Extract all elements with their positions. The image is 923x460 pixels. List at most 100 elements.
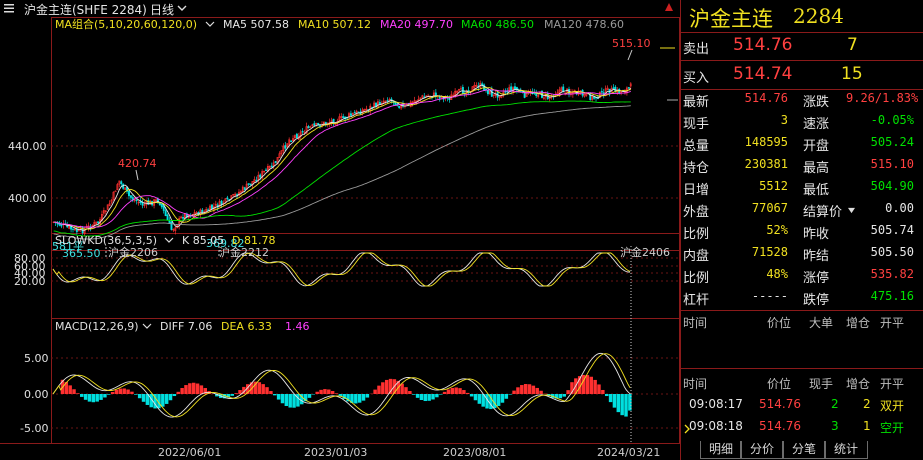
kline-chart-area[interactable]: 440.00 400.00 80.00 60.00 40.00 20.00 5.…: [0, 16, 680, 460]
quote-label: 最新: [683, 95, 710, 110]
candle: [211, 204, 213, 210]
detail-tabs: 明细 分价 分笔 统计: [690, 441, 923, 460]
chevron-right-icon[interactable]: [683, 424, 691, 434]
quote-label: 昨结: [803, 249, 830, 264]
candle: [398, 105, 401, 108]
chevron-down-icon[interactable]: [142, 323, 152, 329]
tick-time: 09:08:18: [689, 419, 743, 433]
candle: [284, 145, 287, 149]
macd-bar: [76, 393, 80, 394]
ma-indicator-title[interactable]: MA组合(5,10,20,60,120,0): [55, 17, 197, 31]
sell-price: 514.76: [733, 35, 793, 55]
quote-label: 持仓: [683, 161, 710, 176]
tab-statistics[interactable]: 统计: [824, 441, 868, 459]
macd-bar: [199, 385, 204, 394]
quote-value: 71528: [751, 245, 788, 259]
candle: [255, 180, 258, 182]
triangle-up-icon[interactable]: [664, 2, 674, 12]
candle: [226, 197, 229, 199]
ytick-440: 440.00: [8, 140, 47, 153]
top-bar: 沪金主连(SHFE 2284) 日线: [0, 0, 678, 17]
macd-lines: [52, 352, 631, 418]
chevron-down-icon[interactable]: [847, 207, 856, 214]
quote-label: 结算价: [803, 205, 843, 220]
tick-column-header: 价位: [767, 377, 792, 391]
macd-bar: [107, 394, 111, 395]
macd-bar: [469, 394, 474, 397]
quote-label: 速涨: [803, 117, 830, 132]
kd-d-value: D 81.78: [232, 234, 275, 247]
quote-value: 475.16: [870, 289, 914, 303]
macd-bar: [327, 389, 331, 394]
grid-lines: [51, 145, 680, 429]
macd-bar: [284, 394, 289, 407]
tick-time: 09:08:17: [689, 397, 743, 411]
candle: [243, 187, 246, 190]
candle: [168, 220, 171, 223]
macd-bar: [435, 394, 439, 398]
macd-bar: [176, 391, 180, 394]
macd-bar: [608, 394, 613, 403]
tick-inc: 2: [863, 397, 871, 411]
menu-icon[interactable]: [3, 2, 15, 14]
macd-bar: [95, 394, 99, 402]
quote-value: -----: [751, 289, 788, 303]
quote-label: 昨收: [803, 227, 830, 242]
macd-bar: [604, 394, 609, 397]
macd-bar: [508, 394, 512, 395]
macd-bar: [110, 392, 115, 394]
quote-value: 230381: [744, 157, 788, 171]
tab-detail[interactable]: 明细: [700, 441, 742, 459]
chevron-down-icon[interactable]: [205, 21, 215, 27]
candle: [114, 190, 117, 193]
candle: [72, 228, 74, 230]
candle: [386, 100, 389, 102]
quote-label: 比例: [683, 227, 710, 242]
macd-bar: [620, 394, 624, 416]
macd-bar: [504, 394, 509, 399]
macd-bar: [439, 394, 443, 395]
candle: [129, 195, 132, 198]
quote-label: 外盘: [683, 205, 710, 220]
macd-bar: [408, 391, 412, 394]
macd-bar: [172, 394, 177, 397]
macd-bar: [616, 394, 621, 413]
chevron-down-icon[interactable]: [177, 4, 187, 12]
kd-ytick-20: 20.00: [14, 275, 46, 288]
macd-bar: [130, 391, 134, 394]
macd-diff-value: DIFF 7.06: [160, 320, 212, 333]
macd-ytick-neg5: -5.00: [20, 422, 48, 435]
candle: [313, 123, 316, 126]
tick-vol: 2: [831, 397, 839, 411]
quote-value: 504.90: [870, 179, 914, 193]
kd-title[interactable]: SLOWKD(36,5,3,5): [55, 234, 157, 247]
tab-price-distribution[interactable]: 分价: [740, 441, 784, 459]
ma60-label: MA60 486.50: [461, 18, 534, 31]
macd-bar: [230, 394, 235, 396]
macd-bar: [473, 394, 478, 401]
macd-bar: [450, 387, 455, 394]
macd-ytick-5: 5.00: [24, 352, 49, 365]
quote-label: 现手: [683, 117, 710, 132]
macd-bar: [118, 388, 123, 394]
tick-inc: 1: [863, 419, 871, 433]
chevron-down-icon[interactable]: [164, 237, 174, 243]
buy-price: 514.74: [733, 64, 793, 84]
macd-bar: [273, 394, 277, 396]
tick-price: 514.76: [759, 419, 801, 433]
big-order-column-header: 开平: [880, 316, 905, 330]
candle: [120, 181, 123, 185]
macd-bar: [307, 394, 312, 398]
tick-vol: 3: [831, 419, 839, 433]
xaxis-label: 2023/08/01: [443, 446, 506, 459]
tick-column-header: 增仓: [846, 377, 871, 391]
tab-tick[interactable]: 分笔: [782, 441, 826, 459]
macd-bar: [531, 385, 536, 394]
macd-bar: [624, 394, 628, 417]
macd-bar: [319, 389, 323, 394]
macd-bar: [269, 391, 273, 394]
quote-value: -0.05%: [870, 113, 914, 127]
candle: [249, 183, 252, 185]
macd-title[interactable]: MACD(12,26,9): [55, 320, 139, 333]
quote-code: 2284: [793, 4, 844, 28]
